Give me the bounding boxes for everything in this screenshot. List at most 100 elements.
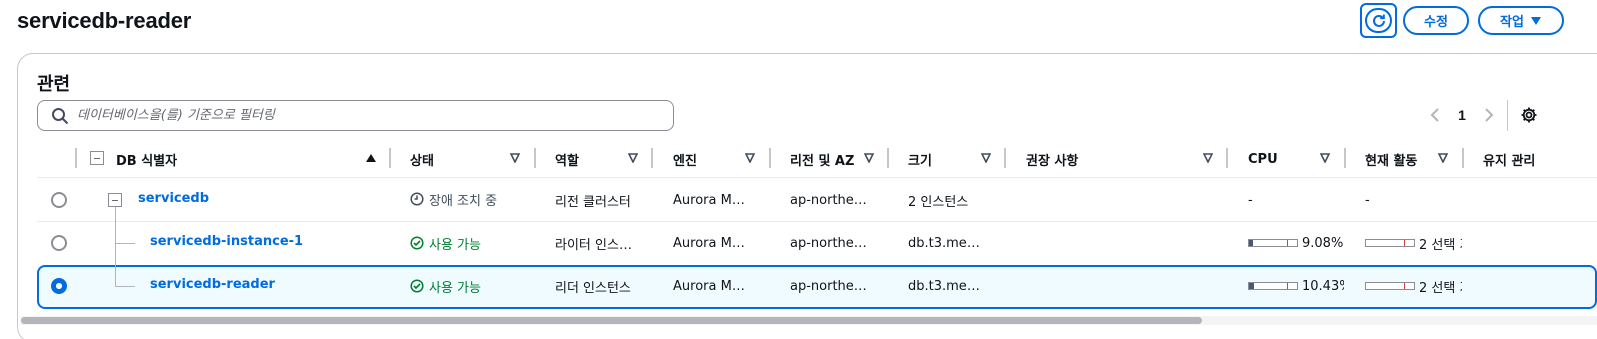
header-separator	[37, 177, 1597, 178]
engine-cell: Aurora MySQL	[673, 234, 751, 252]
edit-button-label: 수정	[1424, 15, 1448, 30]
role-text: 라이터 인스턴스	[555, 237, 633, 253]
column-header-recommendations[interactable]: 권장 사항	[1026, 148, 1078, 170]
row-collapse-toggle[interactable]	[108, 193, 122, 207]
column-divider[interactable]	[651, 148, 653, 168]
activity-cell: -	[1365, 192, 1370, 208]
column-header-maintenance[interactable]: 유지 관리	[1483, 148, 1535, 170]
engine-text: Aurora MySQL	[673, 278, 751, 294]
row-select-radio[interactable]	[51, 278, 67, 294]
cpu-utilization-bar	[1248, 282, 1298, 290]
sort-icon[interactable]	[1203, 153, 1213, 163]
size-text: db.t3.medium	[908, 235, 986, 251]
pager-divider	[1507, 100, 1508, 131]
cpu-cell: -	[1248, 192, 1253, 208]
cpu-bar-fill	[1249, 240, 1254, 246]
page-number[interactable]: 1	[1452, 104, 1472, 126]
status-text: 사용 가능	[429, 280, 481, 296]
actions-dropdown-button[interactable]: 작업	[1478, 6, 1564, 35]
edit-button[interactable]: 수정	[1403, 6, 1469, 35]
column-header-db-id[interactable]: DB 식별자	[116, 148, 177, 170]
sort-icon[interactable]	[510, 153, 520, 163]
check-circle-icon	[410, 279, 424, 293]
refresh-button[interactable]	[1360, 3, 1397, 38]
sort-icon[interactable]	[628, 153, 638, 163]
row-select-radio[interactable]	[51, 192, 67, 208]
tree-line	[115, 286, 135, 287]
filter-box[interactable]	[37, 100, 674, 131]
engine-text: Aurora MySQL	[673, 192, 751, 208]
size-text: db.t3.medium	[908, 278, 986, 294]
cpu-cell: 9.08%	[1302, 235, 1344, 251]
row-separator	[37, 221, 1597, 222]
status-cell: 사용 가능	[410, 277, 481, 295]
region-cell: ap-northeast-2a	[790, 234, 868, 252]
sort-icon[interactable]	[1320, 153, 1330, 163]
column-header-size[interactable]: 크기	[908, 148, 932, 170]
chevron-right-icon	[1485, 108, 1494, 122]
sort-icon[interactable]	[745, 153, 755, 163]
column-header-engine[interactable]: 엔진	[673, 148, 697, 170]
cpu-bar-fill	[1249, 283, 1254, 289]
column-divider[interactable]	[1004, 148, 1006, 168]
activity-bar	[1365, 239, 1415, 247]
column-divider[interactable]	[1344, 148, 1346, 168]
engine-cell: Aurora MySQL	[673, 277, 751, 295]
column-header-role[interactable]: 역할	[555, 148, 579, 170]
column-divider[interactable]	[887, 148, 889, 168]
db-identifier-link[interactable]: servicedb	[138, 189, 209, 207]
clock-icon	[410, 192, 424, 206]
row-select-radio[interactable]	[51, 235, 67, 251]
column-divider[interactable]	[1462, 148, 1464, 168]
scrollbar-thumb[interactable]	[21, 317, 1202, 324]
search-icon	[52, 107, 69, 124]
activity-threshold-mark	[1404, 283, 1405, 289]
filter-input[interactable]	[77, 108, 637, 123]
role-cell: 리더 인스턴스	[555, 280, 631, 296]
panel-title: 관련	[37, 74, 71, 95]
cpu-threshold-mark	[1287, 240, 1288, 246]
sort-icon[interactable]	[981, 153, 991, 163]
next-page-button[interactable]	[1480, 104, 1498, 126]
engine-text: Aurora MySQL	[673, 235, 751, 251]
cpu-utilization-bar	[1248, 239, 1298, 247]
size-cell: db.t3.medium	[908, 277, 986, 295]
tree-line	[115, 207, 116, 287]
sort-icon[interactable]	[864, 153, 874, 163]
column-divider[interactable]	[769, 148, 771, 168]
column-divider[interactable]	[534, 148, 536, 168]
region-cell: ap-northeast-2	[790, 191, 868, 209]
column-divider[interactable]	[1226, 148, 1228, 168]
column-header-cpu[interactable]: CPU	[1248, 148, 1278, 170]
column-header-activity[interactable]: 현재 활동	[1365, 148, 1417, 170]
activity-cell: 2 선택 가능	[1419, 237, 1462, 253]
db-identifier-link[interactable]: servicedb-reader	[150, 275, 275, 293]
status-text: 장애 조치 중	[429, 193, 498, 209]
column-header-status[interactable]: 상태	[410, 148, 434, 170]
activity-threshold-mark	[1404, 240, 1405, 246]
region-text: ap-northeast-2a	[790, 235, 868, 251]
prev-page-button[interactable]	[1426, 104, 1444, 126]
refresh-icon	[1365, 8, 1392, 33]
cpu-threshold-mark	[1287, 283, 1288, 289]
gear-icon	[1521, 107, 1537, 123]
sort-ascending-icon[interactable]	[366, 153, 376, 163]
status-cell: 장애 조치 중	[410, 190, 497, 208]
column-divider[interactable]	[389, 148, 391, 168]
check-circle-icon	[410, 236, 424, 250]
activity-cell: 2 선택 가능	[1419, 280, 1462, 296]
chevron-left-icon	[1430, 108, 1439, 122]
collapse-all-toggle[interactable]	[90, 151, 104, 165]
size-cell: db.t3.medium	[908, 234, 986, 252]
size-cell: 2 인스턴스	[908, 194, 969, 210]
db-identifier-link[interactable]: servicedb-instance-1	[150, 232, 303, 250]
actions-button-label: 작업	[1500, 15, 1524, 30]
column-divider	[75, 148, 77, 168]
activity-bar	[1365, 282, 1415, 290]
region-text: ap-northeast-2c	[790, 278, 868, 294]
column-header-region-az[interactable]: 리전 및 AZ	[790, 148, 854, 170]
preferences-button[interactable]	[1519, 104, 1539, 126]
engine-cell: Aurora MySQL	[673, 191, 751, 209]
status-text: 사용 가능	[429, 237, 481, 253]
sort-icon[interactable]	[1438, 153, 1448, 163]
